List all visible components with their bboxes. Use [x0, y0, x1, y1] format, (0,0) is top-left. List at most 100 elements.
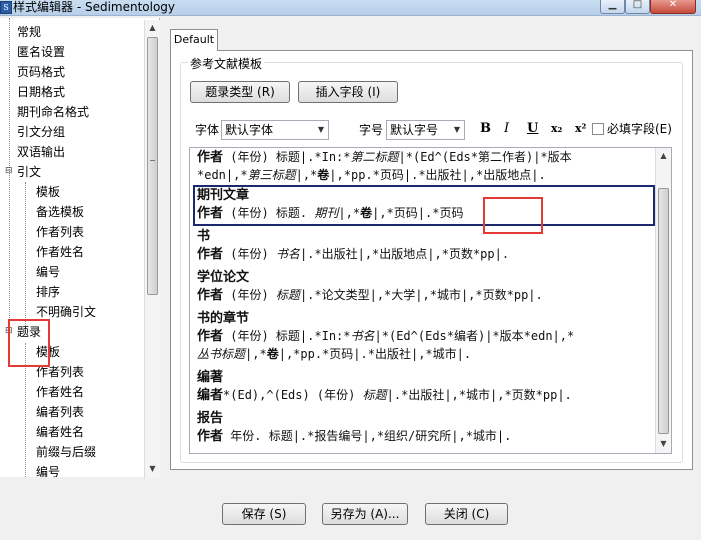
collapse-icon[interactable]: ⊟ [5, 167, 14, 176]
sidebar-item-author-list[interactable]: 作者列表 [36, 222, 84, 242]
sidebar-item-bib-author-name[interactable]: 作者姓名 [36, 382, 84, 402]
template-line[interactable]: 学位论文 [197, 268, 249, 287]
sidebar-item-anonymous[interactable]: 匿名设置 [17, 42, 65, 62]
dropdown-icon: ▼ [317, 125, 324, 134]
bold-button[interactable]: B [480, 121, 491, 137]
template-text: |.*出版社|,*出版地点|,*页数*pp|. [299, 247, 510, 261]
sidebar-item-editor-list[interactable]: 编者列表 [36, 402, 84, 422]
minimize-icon: ▁ [608, 0, 617, 10]
sidebar-scrollbar[interactable]: ▲ ▼ [144, 20, 160, 479]
underline-button[interactable]: U [527, 121, 538, 137]
template-text: |,* [295, 168, 318, 182]
template-text: (年份) 标题|.*In:* [223, 329, 351, 343]
template-text: |.*出版社|,*城市|,*页数*pp|. [386, 388, 572, 402]
size-value: 默认字号 [390, 123, 439, 137]
close-icon: ✕ [668, 0, 678, 10]
template-text: (年份) [223, 247, 276, 261]
template-text: 卷 [266, 347, 279, 361]
template-field-name: 作者 [197, 288, 224, 303]
template-line[interactable]: 编者*(Ed),^(Eds) (年份) 标题|.*出版社|,*城市|,*页数*p… [197, 386, 572, 405]
template-line[interactable]: 书的章节 [197, 309, 249, 328]
editor-scrollbar[interactable]: ▲ ▼ [655, 148, 671, 453]
template-line[interactable]: 编著 [197, 368, 223, 387]
template-field-name: 作者 [197, 150, 224, 165]
sidebar-item-editor-name[interactable]: 编者姓名 [36, 422, 84, 442]
template-field-name: 书 [197, 229, 211, 244]
save-as-button[interactable]: 另存为 (A)... [322, 503, 408, 525]
template-text: |*(Ed^(Eds*编者)|*版本*edn|,* [374, 329, 575, 343]
sidebar-item-sort[interactable]: 排序 [36, 282, 60, 302]
sidebar-item-author-name[interactable]: 作者姓名 [36, 242, 84, 262]
template-text: 丛书标题 [197, 347, 246, 361]
font-value: 默认字体 [225, 123, 274, 137]
journal-article-selection [193, 185, 655, 226]
template-text: (年份) 标题|.*In:* [223, 150, 351, 164]
required-field-checkbox[interactable] [592, 123, 604, 135]
template-text: *(Ed),^(Eds) (年份) [223, 388, 363, 402]
template-text: |.*论文类型|,*大学|,*城市|,*页数*pp|. [299, 288, 543, 302]
sidebar-item-journal-names[interactable]: 期刊命名格式 [17, 102, 89, 122]
required-field-label: 必填字段(E) [607, 122, 672, 136]
tab-default[interactable]: Default [170, 29, 218, 51]
scrollbar-thumb[interactable] [658, 188, 669, 434]
minimize-button[interactable]: ▁ [600, 0, 625, 14]
template-field-name: 作者 [197, 329, 224, 344]
template-text: |,* [245, 347, 267, 361]
template-text: (年份) [223, 288, 276, 302]
template-line[interactable]: 书 [197, 227, 210, 246]
sidebar-item-citation-template[interactable]: 模板 [36, 182, 60, 202]
scroll-down-icon[interactable]: ▼ [145, 461, 160, 477]
scroll-down-icon[interactable]: ▼ [656, 436, 671, 452]
italic-button[interactable]: I [504, 121, 509, 137]
scroll-up-icon[interactable]: ▲ [145, 20, 160, 36]
template-text: |,*pp.*页码|.*出版社|,*城市|. [278, 347, 472, 361]
sidebar-item-citation[interactable]: 引文 [17, 162, 41, 182]
save-button[interactable]: 保存 (S) [222, 503, 306, 525]
template-field-name: 学位论文 [197, 270, 250, 285]
insert-field-button[interactable]: 插入字段 (I) [298, 81, 398, 103]
template-field-name: 书的章节 [197, 311, 250, 326]
sidebar-tree: 常规 匿名设置 页码格式 日期格式 期刊命名格式 引文分组 双语输出 ⊟ 引文 … [0, 18, 160, 477]
scrollbar-thumb[interactable] [147, 37, 158, 295]
template-field-name: 作者 [197, 247, 224, 262]
size-select[interactable]: 默认字号 ▼ [386, 120, 465, 140]
template-line[interactable]: 作者 (年份) 书名|.*出版社|,*出版地点|,*页数*pp|. [197, 245, 509, 264]
template-line[interactable]: *edn|,*第三标题|,*卷|,*pp.*页码|.*出版社|,*出版地点|. [197, 166, 546, 184]
sidebar-item-bib-numbering[interactable]: 编号 [36, 462, 60, 477]
close-button[interactable]: 关闭 (C) [425, 503, 508, 525]
sidebar-item-numbering[interactable]: 编号 [36, 262, 60, 282]
sidebar-item-general[interactable]: 常规 [17, 22, 41, 42]
template-text: 书名 [275, 247, 300, 261]
close-window-button[interactable]: ✕ [650, 0, 696, 14]
ref-type-button[interactable]: 题录类型 (R) [190, 81, 290, 103]
window-title: 样式编辑器 - Sedimentology [13, 0, 176, 14]
template-text: |,*pp.*页码|.*出版社|,*出版地点|. [329, 168, 546, 182]
template-field-name: 报告 [197, 411, 224, 426]
app-icon: S [0, 1, 12, 14]
sidebar-item-date-format[interactable]: 日期格式 [17, 82, 65, 102]
font-select[interactable]: 默认字体 ▼ [221, 120, 329, 140]
font-label: 字体 [195, 123, 220, 137]
maximize-icon: □ [632, 0, 643, 10]
template-text: 卷 [317, 168, 330, 182]
template-line[interactable]: 作者 (年份) 标题|.*In:*书名|*(Ed^(Eds*编者)|*版本*ed… [197, 327, 574, 346]
sidebar-item-bilingual[interactable]: 双语输出 [17, 142, 65, 162]
template-text: 书名 [350, 329, 375, 343]
sidebar-item-citation-group[interactable]: 引文分组 [17, 122, 65, 142]
template-field-name: 编者 [197, 388, 224, 403]
title-bar: S 样式编辑器 - Sedimentology ▁ □ ✕ [0, 0, 701, 16]
template-line[interactable]: 报告 [197, 409, 223, 428]
maximize-button[interactable]: □ [625, 0, 650, 14]
subscript-button[interactable]: x₂ [551, 121, 562, 137]
sidebar-item-prefix-suffix[interactable]: 前缀与后缀 [36, 442, 96, 462]
sidebar-item-page-format[interactable]: 页码格式 [17, 62, 65, 82]
template-line[interactable]: 作者 (年份) 标题|.*论文类型|,*大学|,*城市|,*页数*pp|. [197, 286, 543, 305]
tree-line [25, 182, 26, 332]
template-line[interactable]: 作者 (年份) 标题|.*In:*第二标题|*(Ed^(Eds*第二作者)|*版… [197, 148, 572, 167]
scroll-up-icon[interactable]: ▲ [656, 148, 671, 164]
sidebar-item-alt-template[interactable]: 备选模板 [36, 202, 84, 222]
superscript-button[interactable]: x² [575, 121, 586, 137]
template-line[interactable]: 作者 年份. 标题|.*报告编号|,*组织/研究所|,*城市|. [197, 427, 511, 446]
size-label: 字号 [359, 123, 384, 137]
template-line[interactable]: 丛书标题|,*卷|,*pp.*页码|.*出版社|,*城市|. [197, 345, 471, 363]
